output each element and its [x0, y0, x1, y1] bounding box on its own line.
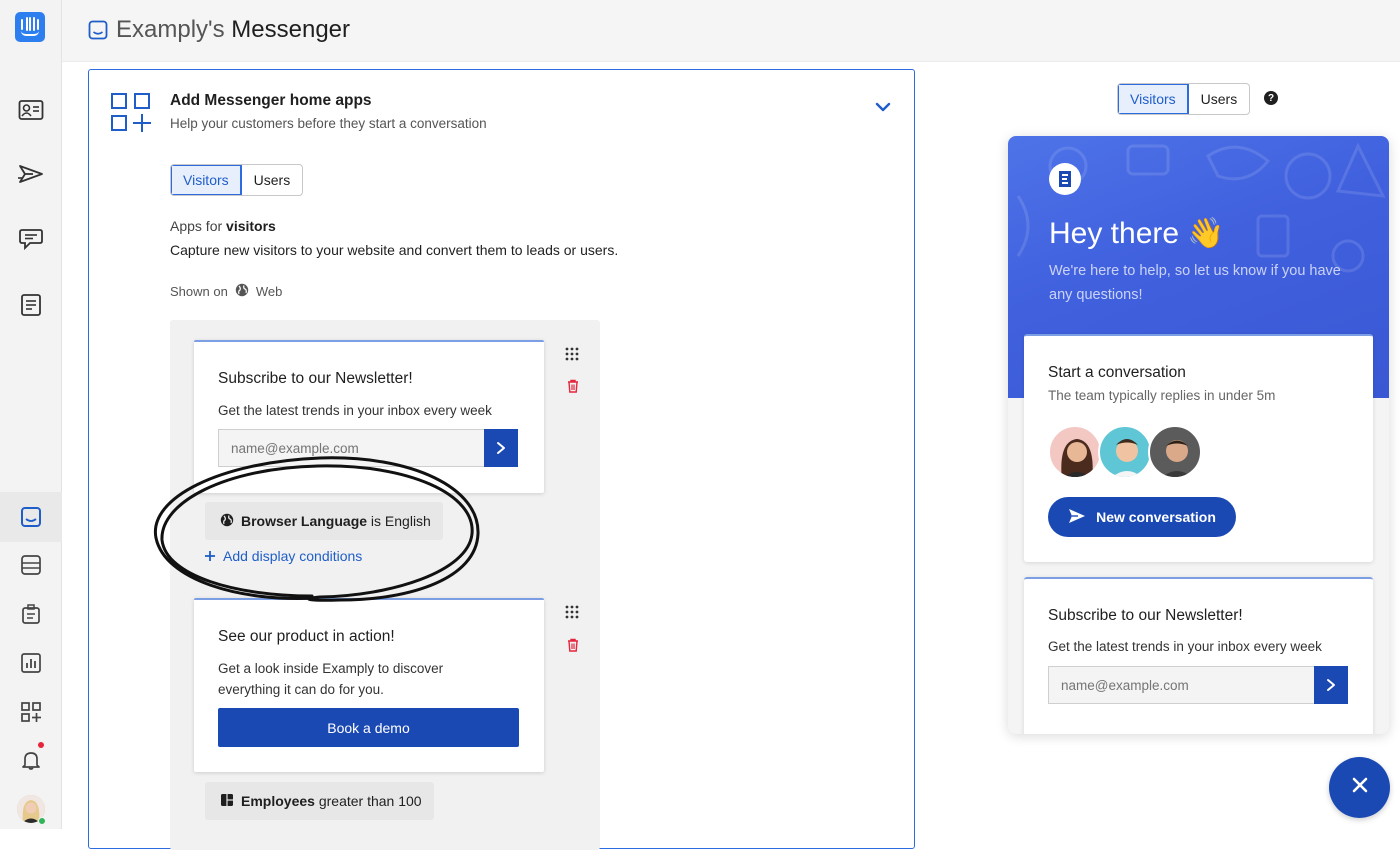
apps-for-heading: Apps for visitors: [170, 218, 276, 234]
tab-users[interactable]: Users: [242, 165, 303, 195]
start-conversation-card: Start a conversation The team typically …: [1024, 334, 1373, 562]
preview-tab-users[interactable]: Users: [1189, 84, 1250, 114]
notification-dot: [38, 742, 44, 748]
trash-icon[interactable]: [567, 638, 579, 657]
new-conversation-label: New conversation: [1096, 509, 1216, 525]
company-icon: [220, 793, 234, 810]
bell-icon[interactable]: [17, 746, 45, 774]
page-title-main: Messenger: [231, 16, 351, 43]
conversation-title: Start a conversation: [1048, 364, 1186, 381]
display-condition-chip[interactable]: Employees greater than 100: [205, 782, 434, 820]
avatar: [1148, 425, 1202, 479]
preview-email-row: [1048, 666, 1348, 704]
tab-visitors[interactable]: Visitors: [171, 165, 242, 195]
page-title-prefix: Examply's: [116, 16, 225, 43]
newsletter-title: Subscribe to our Newsletter!: [1048, 607, 1243, 624]
shown-on-value: Web: [255, 284, 283, 299]
page-header: Examply's Messenger: [62, 0, 1400, 62]
condition-rule: greater than 100: [318, 793, 422, 809]
articles-icon[interactable]: [17, 291, 45, 319]
app-body: Get the latest trends in your inbox ever…: [218, 403, 492, 418]
help-glyph: ?: [1267, 92, 1275, 104]
card-subtitle: Help your customers before they start a …: [170, 116, 487, 131]
outbound-icon[interactable]: [17, 160, 45, 188]
chevron-right-icon: [1327, 679, 1335, 691]
avatar: [1098, 425, 1152, 479]
newsletter-body: Get the latest trends in your inbox ever…: [1048, 639, 1322, 654]
condition-attribute: Employees: [241, 793, 315, 809]
help-icon[interactable]: ?: [1264, 91, 1278, 105]
chevron-down-icon[interactable]: [875, 100, 891, 118]
trash-icon[interactable]: [567, 379, 579, 398]
grip-icon[interactable]: [565, 347, 579, 366]
annotation-scribble: [153, 456, 480, 602]
messenger-preview: Hey there 👋 We're here to help, so let u…: [1008, 136, 1389, 734]
intercom-logo[interactable]: [15, 12, 45, 42]
card-title: Add Messenger home apps: [170, 92, 372, 109]
chevron-right-icon: [497, 442, 505, 454]
messenger-icon: [88, 20, 108, 45]
close-icon: [1351, 776, 1369, 799]
condition-text: Employees greater than 100: [241, 793, 422, 809]
preview-tab-visitors[interactable]: Visitors: [1118, 84, 1189, 114]
shown-on-label: Shown on: [170, 284, 228, 299]
preview-audience-toggle: Visitors Users: [1117, 83, 1251, 115]
brand-logo-icon: [1049, 163, 1081, 195]
apps-for-audience: visitors: [226, 218, 276, 234]
page-title: Examply's Messenger: [116, 16, 350, 44]
contacts-icon[interactable]: [17, 96, 45, 124]
preview-newsletter-card: Subscribe to our Newsletter! Get the lat…: [1024, 577, 1373, 734]
send-icon: [1068, 508, 1086, 527]
audience-toggle: Visitors Users: [170, 164, 304, 196]
email-field[interactable]: [1048, 666, 1314, 704]
app-body-line1: Get a look inside Examply to discover: [218, 661, 444, 676]
globe-icon: [235, 283, 249, 300]
submit-email-button[interactable]: [484, 429, 518, 467]
shown-on: Shown on Web: [170, 283, 282, 300]
apps-icon: [111, 92, 151, 137]
reports-icon[interactable]: [17, 551, 45, 579]
greeting-title: Hey there 👋: [1049, 217, 1225, 250]
online-status-dot: [38, 817, 46, 825]
app-title: See our product in action!: [218, 628, 395, 645]
new-conversation-button[interactable]: New conversation: [1048, 497, 1236, 537]
chart-icon[interactable]: [17, 649, 45, 677]
greeting-subtitle: We're here to help, so let us know if yo…: [1049, 263, 1341, 303]
sidebar: [0, 0, 62, 829]
operator-icon[interactable]: [17, 600, 45, 628]
apps-icon[interactable]: [17, 698, 45, 726]
messenger-icon[interactable]: [17, 503, 45, 531]
avatar: [1048, 425, 1102, 479]
apps-for-prefix: Apps for: [170, 218, 223, 234]
app-title: Subscribe to our Newsletter!: [218, 370, 413, 387]
team-avatars: [1048, 425, 1202, 479]
grip-icon[interactable]: [565, 605, 579, 624]
submit-email-button[interactable]: [1314, 666, 1348, 704]
book-demo-button[interactable]: Book a demo: [218, 708, 519, 747]
apps-description: Capture new visitors to your website and…: [170, 242, 619, 258]
inbox-icon[interactable]: [17, 225, 45, 253]
app-body-line2: everything it can do for you.: [218, 682, 384, 697]
reply-time: The team typically replies in under 5m: [1048, 388, 1276, 403]
demo-app-card[interactable]: See our product in action! Get a look in…: [194, 598, 544, 772]
close-messenger-button[interactable]: [1329, 757, 1390, 818]
